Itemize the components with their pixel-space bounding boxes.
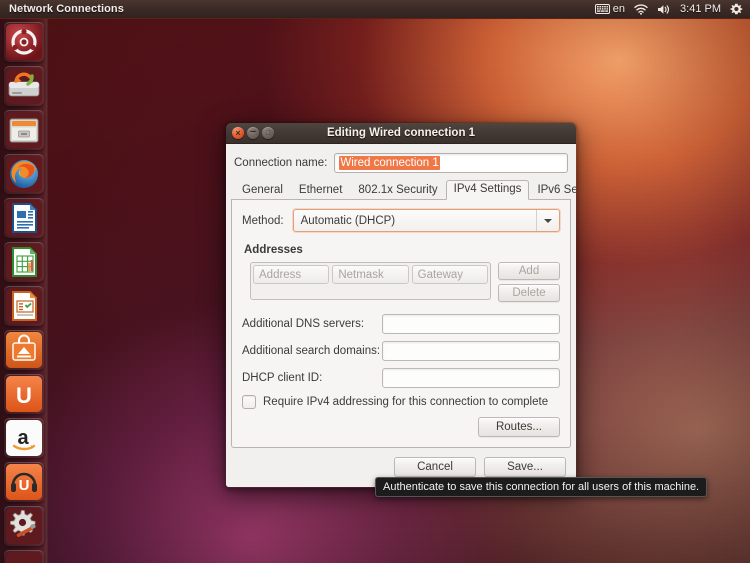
tab-ipv4-settings[interactable]: IPv4 Settings [445, 180, 530, 200]
clock-label[interactable]: 3:41 PM [680, 3, 721, 15]
dhcp-client-id-input[interactable] [382, 368, 560, 388]
connection-name-input[interactable]: Wired connection 1 [334, 153, 568, 173]
sidebar-item-libreoffice-writer[interactable] [3, 198, 44, 238]
method-selected-value: Automatic (DHCP) [300, 214, 396, 227]
settings-tabs: General Ethernet 802.1x Security IPv4 Se… [226, 180, 576, 200]
ipv4-settings-panel: Method: Automatic (DHCP) Addresses Addre… [231, 200, 571, 448]
keyboard-icon [594, 4, 610, 14]
minimize-icon[interactable]: − [247, 127, 259, 139]
dialog-titlebar[interactable]: × − □ Editing Wired connection 1 [226, 123, 576, 144]
panel-window-title[interactable]: Network Connections [9, 3, 124, 15]
tab-ipv6-settings[interactable]: IPv6 Settings [529, 181, 576, 200]
svg-text:a: a [17, 427, 29, 449]
additional-search-domains-row: Additional search domains: [242, 341, 560, 361]
top-panel: Network Connections en 3:41 PM [0, 0, 750, 19]
routes-row: Routes... [242, 417, 560, 437]
method-row: Method: Automatic (DHCP) [242, 209, 560, 232]
require-ipv4-checkbox[interactable] [242, 395, 256, 409]
method-label: Method: [242, 214, 284, 227]
sidebar-item-amazon[interactable]: a [3, 418, 44, 458]
unity-launcher: U a U [0, 18, 48, 563]
gear-icon[interactable] [730, 3, 743, 16]
method-select[interactable]: Automatic (DHCP) [292, 209, 560, 232]
save-button[interactable]: Save... [484, 457, 566, 477]
addresses-heading: Addresses [244, 244, 303, 256]
keyboard-language-label: en [612, 3, 626, 15]
chevron-down-glyph [544, 218, 552, 223]
save-tooltip: Authenticate to save this connection for… [375, 477, 708, 497]
sidebar-item-backup-restore[interactable] [3, 66, 44, 106]
routes-button[interactable]: Routes... [478, 417, 560, 437]
sidebar-item-ubuntu-software-center[interactable] [3, 330, 44, 370]
addresses-section: Address Netmask Gateway Add Delete [242, 262, 560, 302]
additional-dns-servers-input[interactable] [382, 314, 560, 334]
column-header-gateway[interactable]: Gateway [411, 265, 488, 284]
sidebar-item-system-settings[interactable] [3, 506, 44, 546]
sidebar-item-ubuntu-dash-home[interactable] [3, 22, 44, 62]
svg-text:U: U [16, 383, 32, 408]
dhcp-client-id-label: DHCP client ID: [242, 372, 323, 384]
delete-address-button[interactable]: Delete [498, 284, 560, 302]
sidebar-item-libreoffice-calc[interactable] [3, 242, 44, 282]
addresses-buttons: Add Delete [498, 262, 560, 302]
close-icon[interactable]: × [232, 127, 244, 139]
desktop-screen: Network Connections en 3:41 PM U a U × −… [0, 0, 750, 563]
additional-dns-servers-label: Additional DNS servers: [242, 318, 365, 330]
svg-text:U: U [18, 477, 29, 494]
sidebar-item-files-nautilus[interactable] [3, 110, 44, 150]
dialog-body: Connection name: Wired connection 1 Gene… [226, 144, 576, 487]
addresses-table[interactable]: Address Netmask Gateway [250, 262, 491, 300]
dialog-title: Editing Wired connection 1 [326, 127, 476, 139]
cancel-button[interactable]: Cancel [394, 457, 476, 477]
connection-name-row: Connection name: Wired connection 1 [226, 144, 576, 180]
close-glyph: × [235, 127, 241, 138]
sidebar-item-ubuntu-one[interactable]: U [3, 374, 44, 414]
edit-connection-dialog: × − □ Editing Wired connection 1 Connect… [225, 122, 577, 488]
add-address-button[interactable]: Add [498, 262, 560, 280]
maximize-glyph: □ [265, 129, 271, 137]
additional-search-domains-input[interactable] [382, 341, 560, 361]
require-ipv4-row[interactable]: Require IPv4 addressing for this connect… [242, 395, 560, 409]
panel-indicator-area: en 3:41 PM [594, 3, 750, 16]
chevron-down-icon [536, 210, 559, 231]
connection-name-label: Connection name: [234, 157, 328, 169]
connection-name-value: Wired connection 1 [339, 156, 440, 170]
wifi-icon[interactable] [634, 3, 648, 15]
column-header-address[interactable]: Address [253, 265, 330, 284]
sidebar-item-firefox[interactable] [3, 154, 44, 194]
addresses-table-header: Address Netmask Gateway [253, 265, 488, 284]
additional-dns-servers-row: Additional DNS servers: [242, 314, 560, 334]
column-header-netmask[interactable]: Netmask [332, 265, 409, 284]
additional-search-domains-label: Additional search domains: [242, 345, 381, 357]
require-ipv4-label: Require IPv4 addressing for this connect… [263, 396, 549, 408]
maximize-icon[interactable]: □ [262, 127, 274, 139]
sidebar-item-workspace-switcher[interactable] [3, 550, 44, 563]
tab-ethernet[interactable]: Ethernet [291, 181, 350, 200]
tab-general[interactable]: General [234, 181, 291, 200]
dhcp-client-id-row: DHCP client ID: [242, 368, 560, 388]
sidebar-item-libreoffice-impress[interactable] [3, 286, 44, 326]
tab-8021x-security[interactable]: 802.1x Security [350, 181, 445, 200]
minimize-glyph: − [249, 126, 257, 138]
volume-icon[interactable] [657, 4, 671, 15]
keyboard-indicator[interactable]: en [594, 3, 626, 15]
sidebar-item-ubuntu-one-music[interactable]: U [3, 462, 44, 502]
